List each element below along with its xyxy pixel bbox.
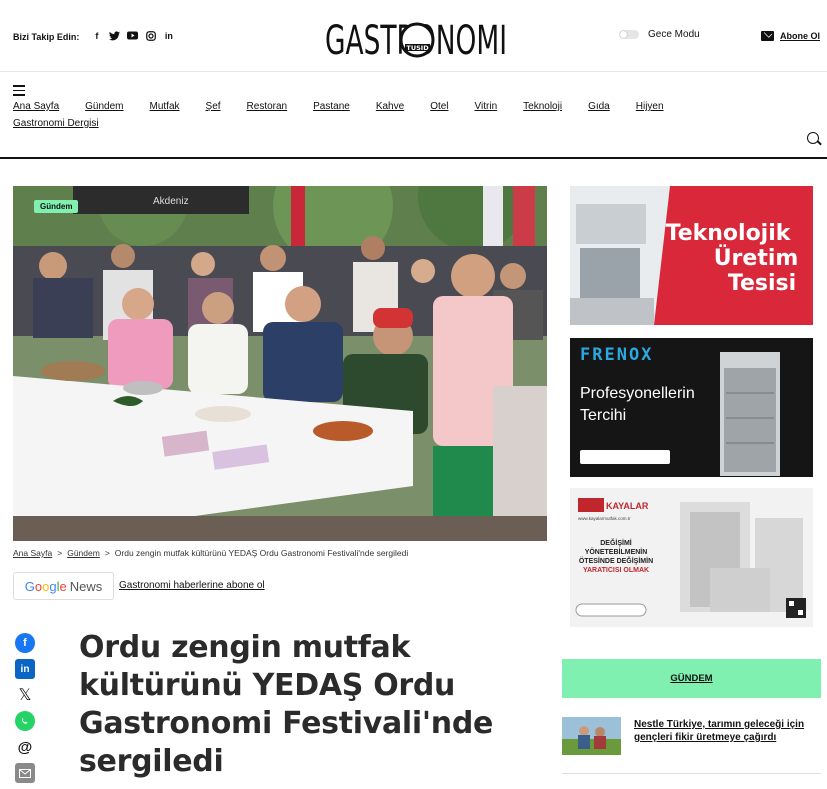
linkedin-icon[interactable]: in [163,31,174,42]
category-badge[interactable]: Gündem [34,200,79,213]
subscribe-link[interactable]: Abone Ol [761,31,820,41]
threads-share-icon[interactable]: @ [15,737,35,757]
ad-frenox[interactable]: FRENOX Profesyonellerin Tercihi [570,338,813,477]
night-mode-label: Gece Modu [648,29,700,40]
ad1-line2: Üretim [714,245,799,271]
nav-item-gundem[interactable]: Gündem [85,101,123,112]
breadcrumb-separator: > [57,548,63,558]
ad2-line1: Profesyonellerin [580,385,695,402]
ad2-line2: Tercihi [580,407,626,424]
instagram-icon[interactable] [145,31,156,42]
news-title[interactable]: Nestle Türkiye, tarımın geleceği için ge… [634,718,822,744]
hero-sign-text: Akdeniz [153,196,189,207]
breadcrumb-current: Ordu zengin mutfak kültürünü YEDAŞ Ordu … [114,548,409,558]
ad2-brand: FRENOX [580,345,653,365]
ad3-line1: DEĞİŞİMİ [600,538,632,547]
ad1-line1: Teknolojik [666,221,792,246]
follow-label: Bizi Takip Edin: [13,31,80,42]
google-news-button[interactable]: Go o g l e News [13,572,114,600]
news-thumb[interactable] [562,717,621,755]
nav-item-gida[interactable]: Gıda [588,101,610,112]
ad-kayalar[interactable]: KAYALAR www.kayalarmutfak.com.tr DEĞİŞİM… [570,488,813,627]
night-mode-toggle[interactable] [619,30,639,39]
ad3-line4: YARATICISI OLMAK [583,567,649,574]
nav-item-hijyen[interactable]: Hijyen [636,101,664,112]
ad3-line2: YÖNETEBİLMENİN [585,547,648,556]
linkedin-share-icon[interactable]: in [15,659,35,679]
x-share-icon[interactable]: 𝕏 [15,685,35,705]
ad3-site: www.kayalarmutfak.com.tr [578,516,631,521]
follow-us: Bizi Takip Edin: f in [13,31,174,42]
nav-item-ana-sayfa[interactable]: Ana Sayfa [13,101,59,112]
whatsapp-share-icon[interactable] [15,711,35,731]
site-logo[interactable]: GASTRONOMI TUSID [325,14,510,64]
nav-item-teknoloji[interactable]: Teknoloji [523,101,562,112]
ad-fridge-image: FRENOX Profesyonellerin Tercihi [580,345,780,476]
hero-image: Akdeniz Gündem [13,186,547,541]
breadcrumb-category[interactable]: Gündem [67,548,100,558]
ad3-brand: KAYALAR [606,501,649,511]
hero-photo: Akdeniz [13,186,547,541]
twitter-icon[interactable] [109,31,121,42]
nav-item-restoran[interactable]: Restoran [247,101,288,112]
nav-item-otel[interactable]: Otel [430,101,448,112]
ad-kayalar-image: KAYALAR www.kayalarmutfak.com.tr DEĞİŞİM… [575,498,806,618]
logo-sub: TUSID [406,44,429,52]
nav-item-gastronomi-dergisi[interactable]: Gastronomi Dergisi [13,118,99,129]
facebook-share-icon[interactable]: f [15,633,35,653]
article-title: Ordu zengin mutfak kültürünü YEDAŞ Ordu … [79,630,494,779]
ad-teknolojik-uretim[interactable]: Teknolojik Üretim Tesisi [570,186,813,325]
nav-item-sef[interactable]: Şef [206,101,221,112]
email-share-icon[interactable] [15,763,35,783]
social-links: f in [91,31,174,42]
nav-item-vitrin[interactable]: Vitrin [475,101,498,112]
ad3-line3: ÖTESİNDE DEĞİŞİMİN [579,556,653,565]
gundem-section-header[interactable]: GÜNDEM [562,659,821,698]
night-mode[interactable]: Gece Modu [619,29,700,40]
google-news-link[interactable]: Gastronomi haberlerine abone ol [119,580,265,591]
news-item[interactable]: Nestle Türkiye, tarımın geleceği için ge… [562,716,821,774]
breadcrumb-home[interactable]: Ana Sayfa [13,548,52,558]
ad-machine-image: Teknolojik Üretim Tesisi [570,186,799,325]
nav-item-mutfak[interactable]: Mutfak [150,101,180,112]
main-nav: Ana Sayfa Gündem Mutfak Şef Restoran Pas… [0,72,827,159]
menu-icon[interactable] [13,85,25,96]
top-bar: Bizi Takip Edin: f in GASTRONOMI TUSID G… [0,0,827,72]
facebook-icon[interactable]: f [91,31,102,42]
breadcrumb: Ana Sayfa > Gündem > Ordu zengin mutfak … [13,548,408,558]
breadcrumb-separator: > [104,548,110,558]
nav-item-kahve[interactable]: Kahve [376,101,404,112]
youtube-icon[interactable] [127,31,139,42]
nav-item-pastane[interactable]: Pastane [313,101,350,112]
search-icon[interactable] [807,132,819,144]
ad1-line3: Tesisi [728,271,796,296]
nav-items: Ana Sayfa Gündem Mutfak Şef Restoran Pas… [13,101,690,112]
mail-icon [761,31,774,41]
subscribe-label: Abone Ol [780,31,820,41]
share-bar: f in 𝕏 @ [15,633,37,789]
